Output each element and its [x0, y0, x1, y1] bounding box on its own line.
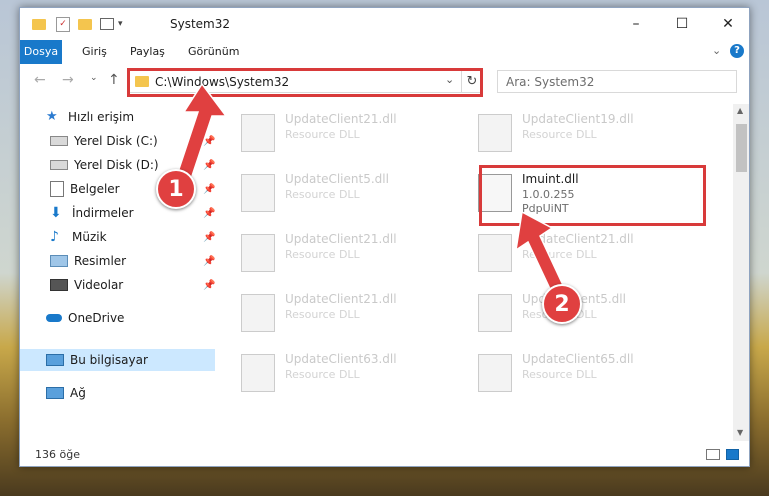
forward-arrow-icon[interactable]: →: [62, 72, 74, 88]
recent-dropdown-icon[interactable]: ⌄: [90, 73, 98, 83]
sidebar-item-pictures[interactable]: Resimler: [50, 250, 126, 272]
sidebar-item-quick-access[interactable]: ★ Hızlı erişim: [46, 106, 134, 128]
tab-share[interactable]: Paylaş: [130, 40, 165, 64]
help-icon[interactable]: ?: [730, 44, 744, 58]
dll-file-icon: [241, 354, 275, 392]
close-button[interactable]: ✕: [705, 8, 749, 40]
pin-icon: 📌: [203, 208, 216, 219]
dll-file-icon: [478, 294, 512, 332]
scrollbar-thumb[interactable]: [736, 124, 747, 172]
computer-icon: [46, 354, 64, 366]
properties-icon[interactable]: ✓: [56, 16, 70, 32]
pin-icon: 📌: [203, 256, 216, 267]
dll-file-icon: [241, 294, 275, 332]
ribbon: Dosya Giriş Paylaş Görünüm ⌄ ?: [20, 40, 749, 65]
drive-icon: [50, 160, 68, 170]
document-icon: [50, 181, 64, 197]
file-item[interactable]: UpdateClient21.dll Resource DLL: [225, 228, 455, 276]
pin-icon: 📌: [203, 280, 216, 291]
dll-file-icon: [241, 114, 275, 152]
file-item[interactable]: UpdateClient5.dll Resource DLL: [225, 168, 455, 216]
tab-view[interactable]: Görünüm: [188, 40, 239, 64]
sidebar-item-downloads[interactable]: ⬇ İndirmeler: [50, 202, 134, 224]
star-icon: ★: [46, 109, 58, 124]
sidebar-item-disk-d[interactable]: Yerel Disk (D:): [50, 154, 159, 176]
dll-file-icon: [241, 234, 275, 272]
cloud-icon: [46, 314, 62, 322]
status-bar: 136 öğe: [20, 444, 749, 466]
sidebar-item-label: Müzik: [72, 230, 107, 244]
sidebar-item-label: Ağ: [70, 386, 86, 400]
details-view-icon[interactable]: [706, 449, 720, 460]
sidebar-item-label: Videolar: [74, 278, 124, 292]
vertical-scrollbar[interactable]: ▲ ▼: [733, 104, 749, 441]
chevron-down-icon[interactable]: ⌄: [712, 44, 721, 57]
scroll-down-icon[interactable]: ▼: [737, 428, 743, 437]
dll-file-icon: [241, 174, 275, 212]
view-icon[interactable]: [100, 18, 114, 30]
sidebar-item-disk-c[interactable]: Yerel Disk (C:): [50, 130, 158, 152]
search-input[interactable]: Ara: System32: [497, 70, 737, 93]
video-icon: [50, 279, 68, 291]
file-item[interactable]: UpdateClient65.dll Resource DLL: [462, 348, 692, 396]
tab-home[interactable]: Giriş: [82, 40, 107, 64]
sidebar-item-label: İndirmeler: [72, 206, 134, 220]
file-item[interactable]: UpdateClient21.dll Resource DLL: [225, 288, 455, 336]
file-item[interactable]: UpdateClient63.dll Resource DLL: [225, 348, 455, 396]
maximize-button[interactable]: ☐: [659, 8, 705, 40]
download-icon: ⬇: [50, 205, 62, 221]
dll-file-icon: [478, 234, 512, 272]
scroll-up-icon[interactable]: ▲: [737, 106, 743, 115]
large-icons-view-icon[interactable]: [726, 449, 739, 460]
new-folder-icon[interactable]: [78, 18, 92, 30]
window-title: System32: [170, 17, 231, 31]
sidebar-item-this-pc[interactable]: Bu bilgisayar: [20, 349, 215, 371]
pictures-icon: [50, 255, 68, 267]
drive-icon: [50, 136, 68, 146]
up-arrow-icon[interactable]: ↑: [108, 72, 120, 88]
sidebar-item-label: Resimler: [74, 254, 127, 268]
sidebar-item-label: Yerel Disk (C:): [74, 134, 158, 148]
title-bar: ✓ ▾ System32 – ☐ ✕: [20, 8, 749, 40]
dll-file-icon: [478, 354, 512, 392]
quick-access-toolbar: ✓ ▾: [32, 16, 123, 32]
sidebar-item-onedrive[interactable]: OneDrive: [46, 307, 124, 329]
search-placeholder: Ara: System32: [506, 75, 595, 89]
minimize-button[interactable]: –: [613, 8, 659, 40]
dll-file-icon: [478, 114, 512, 152]
sidebar-item-label: Hızlı erişim: [68, 110, 135, 124]
step1-badge: 1: [156, 169, 196, 209]
music-icon: ♪: [50, 229, 59, 245]
sidebar-item-videos[interactable]: Videolar: [50, 274, 123, 296]
sidebar-item-label: OneDrive: [68, 311, 125, 325]
sidebar-item-music[interactable]: ♪ Müzik: [50, 226, 107, 248]
sidebar-item-network[interactable]: Ağ: [46, 382, 86, 404]
network-icon: [46, 387, 64, 399]
back-arrow-icon[interactable]: ←: [34, 72, 46, 88]
file-item[interactable]: UpdateClient19.dll Resource DLL: [462, 108, 692, 156]
file-list: UpdateClient21.dll Resource DLL UpdateCl…: [225, 104, 733, 441]
sidebar-item-label: Belgeler: [70, 182, 120, 196]
step2-badge: 2: [542, 284, 582, 324]
sidebar-item-label: Bu bilgisayar: [70, 353, 148, 367]
tab-file[interactable]: Dosya: [20, 40, 62, 64]
dropdown-arrow-icon[interactable]: ▾: [118, 19, 123, 29]
folder-icon[interactable]: [32, 18, 46, 30]
sidebar-item-label: Yerel Disk (D:): [74, 158, 159, 172]
sidebar-item-documents[interactable]: Belgeler: [50, 178, 120, 200]
item-count: 136 öğe: [35, 448, 80, 461]
file-item[interactable]: UpdateClient21.dll Resource DLL: [225, 108, 455, 156]
pin-icon: 📌: [203, 232, 216, 243]
